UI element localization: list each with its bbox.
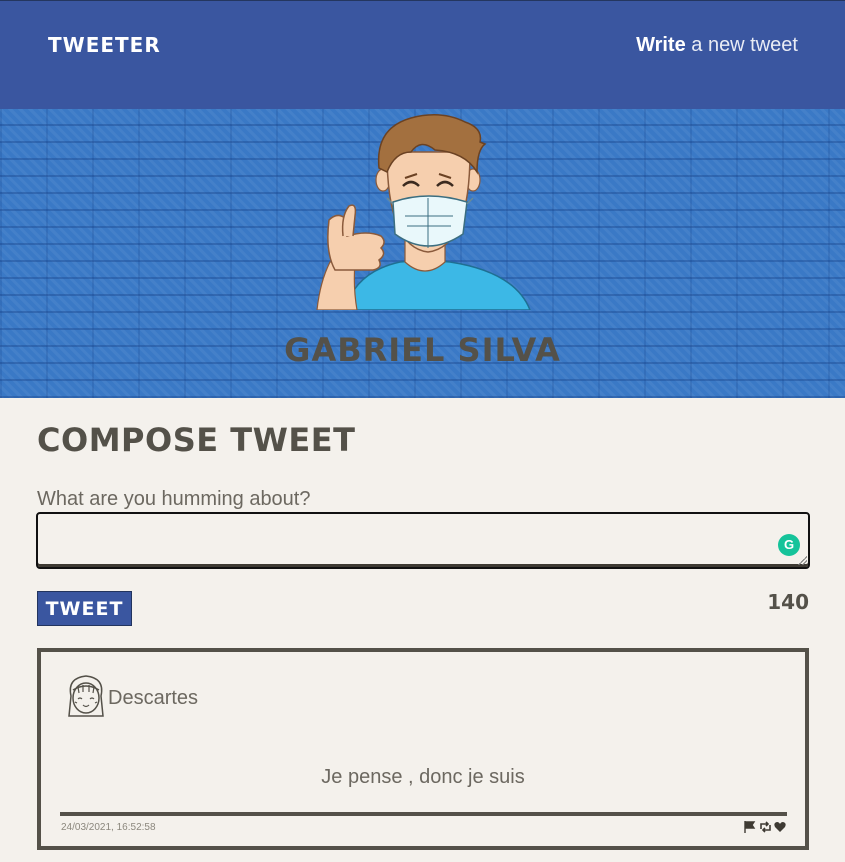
tweet-text: Je pense , donc je suis <box>321 766 525 788</box>
tweet-card: Descartes Je pense , donc je suis 24/03/… <box>37 648 809 850</box>
grammarly-icon[interactable]: G <box>778 534 800 556</box>
masked-boy-thumbs-up-icon <box>316 114 531 310</box>
profile-banner: Gabriel Silva <box>0 109 845 398</box>
top-nav: Tweeter Write a new tweet <box>0 0 845 109</box>
character-counter: 140 <box>767 590 809 614</box>
tweet-divider <box>60 812 787 816</box>
tweet-input[interactable] <box>36 512 810 569</box>
write-tweet-link[interactable]: Write a new tweet <box>636 34 798 57</box>
girl-face-icon <box>68 675 104 717</box>
flag-icon[interactable] <box>744 820 756 833</box>
retweet-icon[interactable] <box>759 820 771 833</box>
tweet-submit-button[interactable]: Tweet <box>37 591 132 626</box>
tweet-actions <box>744 820 786 833</box>
heart-icon[interactable] <box>774 820 786 832</box>
tweet-author: Descartes <box>108 687 199 709</box>
brand-logo[interactable]: Tweeter <box>48 33 161 57</box>
profile-name: Gabriel Silva <box>284 331 561 369</box>
tweet-date: 24/03/2021, 16:52:58 <box>61 822 156 833</box>
resize-handle-icon[interactable] <box>797 555 807 565</box>
tweet-prompt-label: What are you humming about? <box>37 488 311 510</box>
write-link-rest: a new tweet <box>685 34 798 56</box>
write-link-strong: Write <box>636 34 686 56</box>
compose-title: Compose Tweet <box>37 421 356 459</box>
